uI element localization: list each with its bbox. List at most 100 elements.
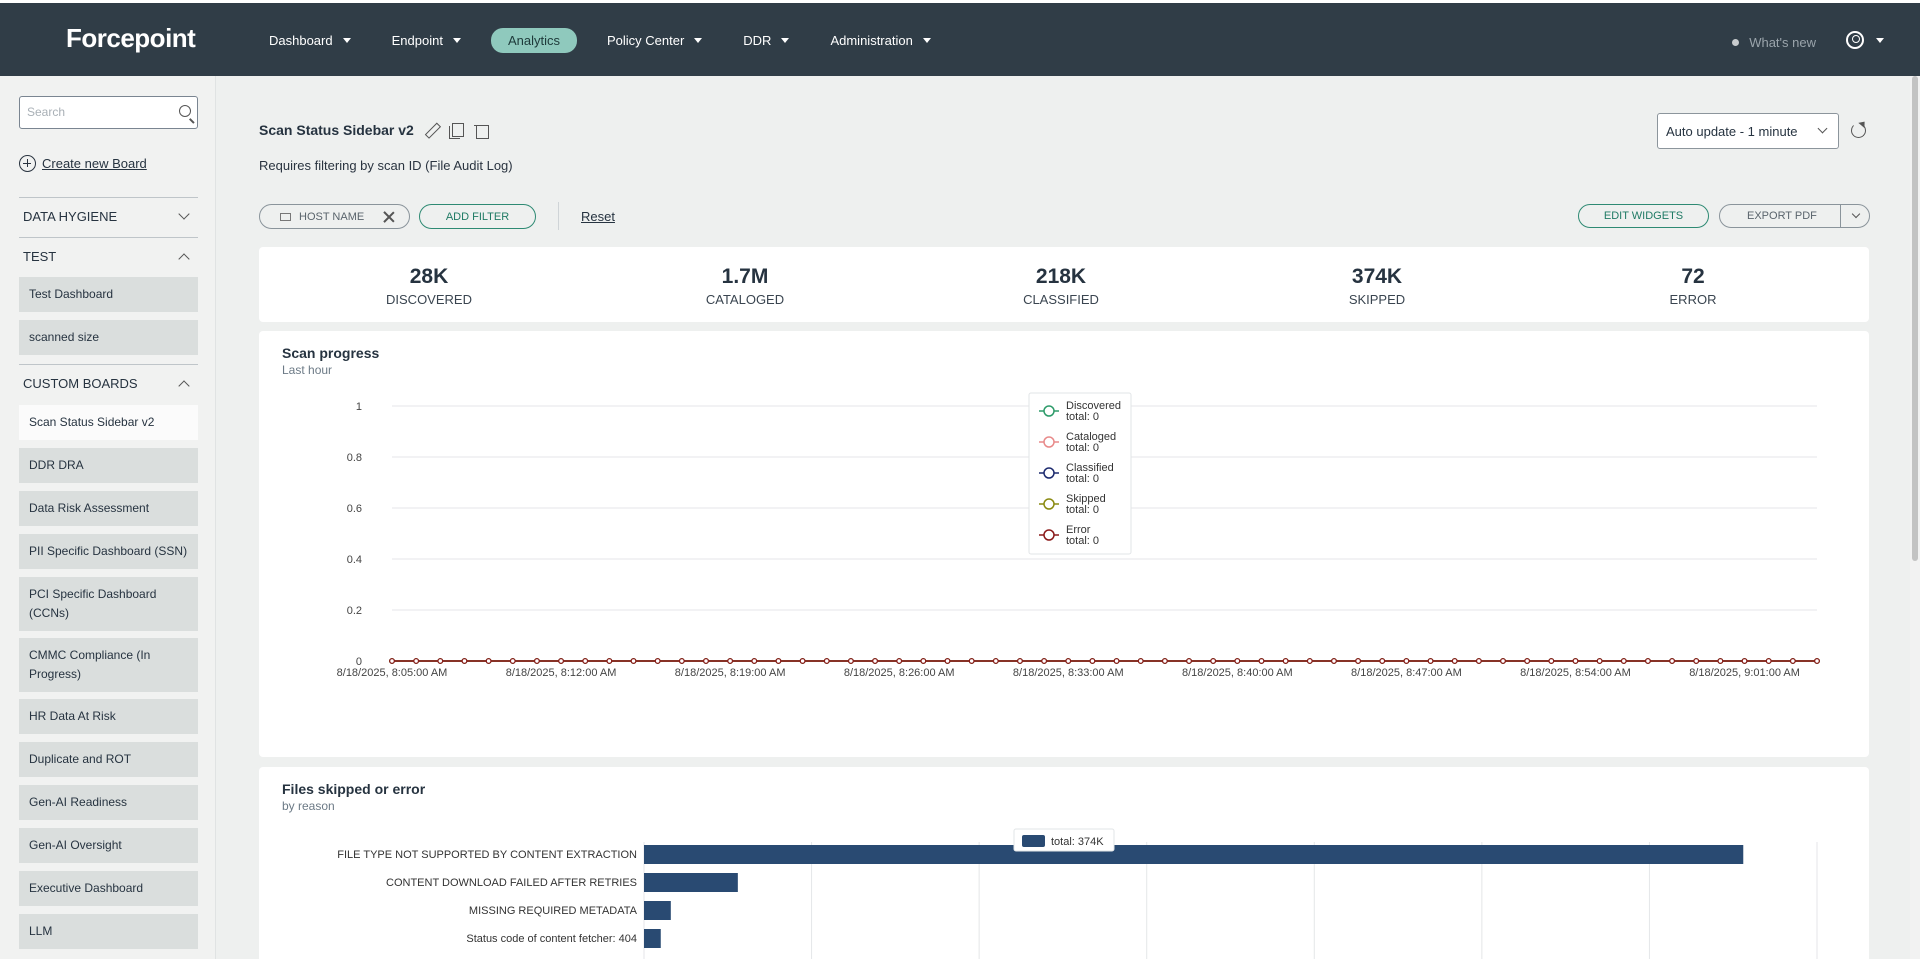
forcepoint-logo[interactable]: Forcepoint bbox=[66, 23, 196, 54]
x-tick-label: 8/18/2025, 8:12:00 AM bbox=[506, 667, 617, 679]
search-input[interactable] bbox=[27, 97, 167, 127]
whats-new-link[interactable]: What's new bbox=[1732, 35, 1816, 50]
data-point bbox=[920, 658, 927, 664]
legend-swatch-marker bbox=[1043, 529, 1055, 541]
sidebar-item-cmmc-compliance[interactable]: CMMC Compliance (In Progress) bbox=[19, 638, 198, 692]
nav-label: Administration bbox=[830, 33, 913, 48]
close-icon[interactable] bbox=[383, 211, 395, 223]
refresh-icon[interactable] bbox=[1851, 123, 1866, 138]
data-point bbox=[1741, 658, 1748, 664]
x-tick-label: 8/18/2025, 8:54:00 AM bbox=[1520, 667, 1631, 679]
legend-swatch-marker bbox=[1043, 498, 1055, 510]
x-tick-label: 8/18/2025, 8:26:00 AM bbox=[844, 667, 955, 679]
notification-dot-icon bbox=[1732, 39, 1740, 46]
data-point bbox=[1814, 658, 1820, 664]
chevron-up-icon bbox=[178, 253, 190, 265]
section-test[interactable]: TEST bbox=[19, 237, 198, 275]
pencil-icon[interactable] bbox=[424, 123, 439, 138]
data-point bbox=[727, 658, 734, 664]
page-scrollbar[interactable] bbox=[1910, 76, 1920, 959]
data-point bbox=[1161, 658, 1168, 664]
filter-chip-host-name[interactable]: HOST NAME bbox=[259, 204, 410, 229]
legend-series-total: total: 0 bbox=[1066, 535, 1099, 547]
data-point bbox=[1451, 658, 1458, 664]
stat-label: CLASSIFIED bbox=[1023, 292, 1099, 307]
data-point bbox=[1113, 658, 1120, 664]
x-tick-label: 8/18/2025, 8:40:00 AM bbox=[1182, 667, 1293, 679]
scrollbar-thumb[interactable] bbox=[1912, 76, 1918, 561]
sidebar-item-ddr-dra[interactable]: DDR DRA bbox=[19, 448, 198, 483]
stat-value: 72 bbox=[1681, 265, 1705, 288]
legend-series-total: total: 0 bbox=[1066, 411, 1099, 423]
data-point bbox=[847, 658, 854, 664]
category-label: FILE TYPE NOT SUPPORTED BY CONTENT EXTRA… bbox=[337, 849, 637, 861]
nav-endpoint[interactable]: Endpoint bbox=[381, 27, 472, 54]
sidebar-item-duplicate-and-rot[interactable]: Duplicate and ROT bbox=[19, 742, 198, 777]
stat-error: 72 ERROR bbox=[1613, 265, 1773, 307]
sidebar-item-gen-ai-readiness[interactable]: Gen-AI Readiness bbox=[19, 785, 198, 820]
data-point bbox=[1137, 658, 1144, 664]
legend-swatch-marker bbox=[1043, 436, 1055, 448]
data-point bbox=[1186, 658, 1192, 664]
section-custom-boards[interactable]: CUSTOM BOARDS bbox=[19, 364, 198, 402]
chevron-down-icon bbox=[178, 208, 190, 220]
legend-series-total: total: 0 bbox=[1066, 473, 1099, 485]
data-point bbox=[678, 658, 685, 664]
sidebar-search bbox=[19, 96, 198, 129]
sidebar-item-label: Test Dashboard bbox=[29, 287, 114, 301]
data-point bbox=[799, 658, 806, 664]
edit-widgets-button[interactable]: EDIT WIDGETS bbox=[1578, 204, 1709, 228]
data-point bbox=[461, 658, 468, 664]
nav-ddr[interactable]: DDR bbox=[732, 27, 800, 54]
nav-label: Endpoint bbox=[391, 33, 443, 48]
nav-policy-center[interactable]: Policy Center bbox=[596, 27, 713, 54]
reset-link[interactable]: Reset bbox=[581, 209, 615, 224]
sidebar-item-label: HR Data At Risk bbox=[29, 709, 116, 723]
caret-down-icon bbox=[452, 38, 461, 43]
stat-value: 374K bbox=[1351, 265, 1403, 288]
sidebar-item-scan-status-sidebar-v2[interactable]: Scan Status Sidebar v2 bbox=[19, 405, 198, 440]
y-tick-label: 0.8 bbox=[347, 452, 362, 464]
data-point bbox=[509, 658, 516, 664]
sidebar-item-executive-dashboard[interactable]: Executive Dashboard bbox=[19, 871, 198, 906]
add-filter-button[interactable]: ADD FILTER bbox=[419, 204, 536, 229]
data-point bbox=[751, 658, 758, 664]
auto-update-select[interactable]: Auto update - 1 minute bbox=[1657, 113, 1839, 149]
sidebar-item-llm[interactable]: LLM bbox=[19, 914, 198, 949]
stat-value: 1.7M bbox=[721, 265, 769, 288]
y-tick-label: 1 bbox=[356, 401, 362, 413]
category-label: MISSING REQUIRED METADATA bbox=[469, 905, 638, 917]
nav-administration[interactable]: Administration bbox=[819, 27, 941, 54]
data-point bbox=[1041, 658, 1048, 664]
data-point bbox=[1645, 658, 1651, 664]
data-point bbox=[1789, 658, 1796, 664]
data-point bbox=[1065, 658, 1072, 664]
chevron-down-icon[interactable] bbox=[1851, 209, 1861, 219]
sidebar-item-test-dashboard[interactable]: Test Dashboard bbox=[19, 277, 198, 312]
data-point bbox=[1355, 658, 1362, 664]
copy-icon[interactable] bbox=[448, 122, 464, 139]
sidebar-item-data-risk-assessment[interactable]: Data Risk Assessment bbox=[19, 491, 198, 526]
search-icon[interactable] bbox=[179, 105, 191, 117]
plus-circle-icon bbox=[19, 155, 36, 172]
data-point bbox=[775, 658, 782, 664]
create-new-board-link[interactable]: Create new Board bbox=[19, 155, 147, 172]
sidebar-item-hr-data-at-risk[interactable]: HR Data At Risk bbox=[19, 699, 198, 734]
trash-icon[interactable] bbox=[473, 123, 489, 139]
data-point bbox=[437, 658, 444, 664]
sidebar-item-pci-dashboard[interactable]: PCI Specific Dashboard (CCNs) bbox=[19, 577, 198, 631]
sidebar-item-gen-ai-oversight[interactable]: Gen-AI Oversight bbox=[19, 828, 198, 863]
nav-label: Analytics bbox=[507, 33, 560, 48]
bar bbox=[644, 929, 661, 948]
sidebar-item-pii-dashboard[interactable]: PII Specific Dashboard (SSN) bbox=[19, 534, 198, 569]
chevron-down-icon bbox=[1817, 123, 1828, 134]
data-point bbox=[1234, 658, 1241, 664]
export-pdf-button[interactable]: EXPORT PDF bbox=[1719, 204, 1870, 228]
user-menu[interactable] bbox=[1846, 31, 1884, 49]
nav-analytics[interactable]: Analytics bbox=[490, 28, 577, 53]
sidebar-item-scanned-size[interactable]: scanned size bbox=[19, 320, 198, 355]
section-data-hygiene[interactable]: DATA HYGIENE bbox=[19, 197, 198, 235]
nav-dashboard[interactable]: Dashboard bbox=[258, 27, 362, 54]
caret-down-icon bbox=[1876, 37, 1884, 43]
main-content: Scan Status Sidebar v2 Requires filterin… bbox=[217, 76, 1920, 959]
